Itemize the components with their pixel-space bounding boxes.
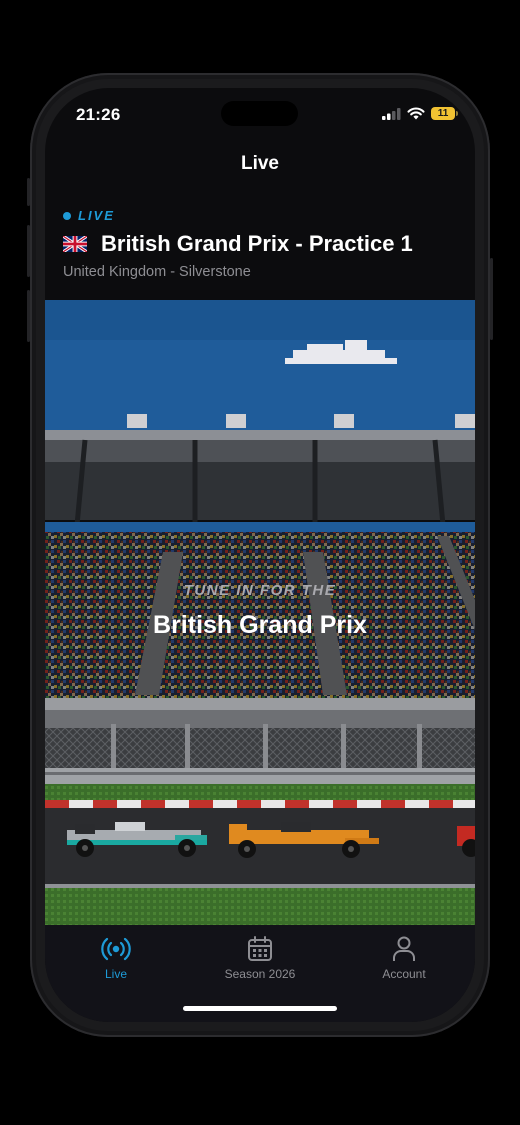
tab-live[interactable]: Live (61, 935, 171, 981)
power-button (490, 258, 493, 340)
battery-indicator: 11 (431, 107, 455, 120)
battery-level: 11 (437, 108, 449, 119)
wifi-icon (407, 107, 425, 120)
broadcast-icon (101, 937, 131, 961)
home-indicator[interactable] (183, 1006, 337, 1011)
live-status-label: LIVE (78, 208, 115, 223)
mute-switch (27, 178, 30, 206)
volume-down-button (27, 290, 30, 342)
hero-title: British Grand Prix (153, 611, 367, 639)
hero-kicker: TUNE IN FOR THE (183, 582, 337, 599)
person-icon (393, 936, 415, 961)
event-location: United Kingdom - Silverstone (63, 264, 251, 280)
event-header[interactable]: British Grand Prix - Practice 1 (63, 231, 413, 257)
tab-account[interactable]: Account (349, 935, 459, 981)
tab-season[interactable]: Season 2026 (205, 935, 315, 981)
page-title: Live (240, 153, 280, 174)
dynamic-island (221, 101, 298, 126)
tab-account-label: Account (382, 967, 426, 981)
live-dot-icon (63, 211, 71, 220)
volume-up-button (27, 225, 30, 277)
status-time: 21:26 (76, 105, 121, 124)
calendar-icon (248, 936, 272, 961)
live-badge: LIVE (63, 208, 115, 223)
status-bar: 21:26 11 (45, 88, 475, 144)
tab-season-label: Season 2026 (224, 967, 296, 981)
event-title: British Grand Prix - Practice 1 (101, 231, 413, 256)
tab-live-label: Live (104, 967, 127, 981)
signal-icon (382, 108, 401, 120)
battery-tip (456, 111, 458, 116)
uk-flag-icon (63, 236, 87, 252)
screen: 21:26 11 Live LIVE British Grand Prix - … (45, 88, 475, 1022)
